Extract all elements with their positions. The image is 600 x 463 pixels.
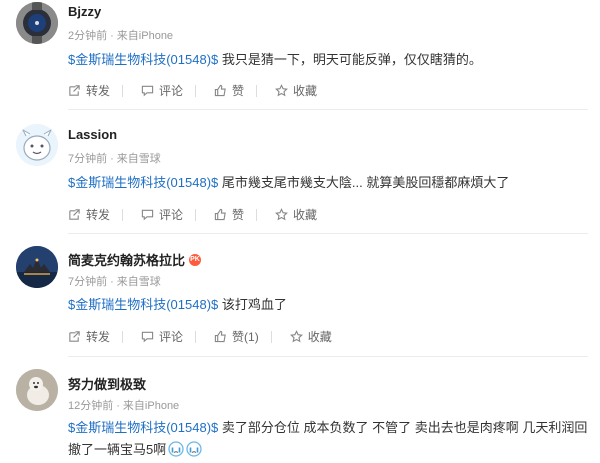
- comment-button[interactable]: 评论: [141, 82, 197, 99]
- post-source: 来自雪球: [116, 153, 161, 165]
- favorite-button[interactable]: 收藏: [275, 206, 317, 223]
- divider: [68, 356, 588, 357]
- repost-button[interactable]: 转发: [68, 328, 124, 345]
- username[interactable]: Bjzzy: [68, 4, 101, 19]
- post-source: 来自iPhone: [122, 400, 180, 412]
- crying-emoji-icon: [186, 441, 202, 457]
- post-text: 尾市幾支尾市幾支大陰... 就算美股回穩都麻煩大了: [221, 175, 510, 190]
- share-icon: [69, 209, 80, 220]
- post-actions: 转发 评论 赞 收藏: [68, 206, 335, 223]
- divider: [68, 233, 588, 234]
- username[interactable]: Lassion: [68, 127, 117, 142]
- comment-icon: [141, 85, 154, 97]
- username[interactable]: 简麦克约翰苏格拉比 PK: [68, 250, 202, 269]
- like-button[interactable]: 赞(1): [214, 328, 272, 345]
- star-icon: [275, 208, 288, 221]
- post-actions: 转发 评论 赞 收藏: [68, 82, 335, 99]
- post-meta: 7分钟前 · 来自雪球: [68, 153, 161, 165]
- thumb-up-icon: [214, 208, 226, 221]
- like-button[interactable]: 赞: [214, 206, 258, 223]
- comment-icon: [141, 331, 154, 343]
- share-icon: [69, 331, 80, 342]
- post-actions: 转发 评论 赞(1) 收藏: [68, 328, 350, 345]
- thumb-up-icon: [214, 84, 226, 97]
- pk-badge: PK: [189, 253, 202, 266]
- like-button[interactable]: 赞: [214, 82, 258, 99]
- divider: [68, 109, 588, 110]
- comment-icon: [141, 209, 154, 221]
- post-text: 该打鸡血了: [221, 297, 287, 312]
- avatar[interactable]: [16, 2, 58, 44]
- thumb-up-icon: [214, 330, 226, 343]
- stock-link[interactable]: $金斯瑞生物科技(01548)$: [68, 52, 218, 67]
- post-content: $金斯瑞生物科技(01548)$ 尾市幾支尾市幾支大陰... 就算美股回穩都麻煩…: [68, 172, 588, 194]
- post-content: $金斯瑞生物科技(01548)$ 卖了部分仓位 成本负数了 不管了 卖出去也是肉…: [68, 417, 588, 461]
- stock-link[interactable]: $金斯瑞生物科技(01548)$: [68, 175, 218, 190]
- username[interactable]: 努力做到极致: [68, 374, 146, 393]
- comment-button[interactable]: 评论: [141, 328, 197, 345]
- favorite-button[interactable]: 收藏: [275, 82, 317, 99]
- stock-link[interactable]: $金斯瑞生物科技(01548)$: [68, 420, 218, 435]
- post-source: 来自雪球: [116, 276, 161, 288]
- post-text: 我只是猜一下，明天可能反弹，仅仅瞎猜的。: [221, 52, 482, 67]
- comment-button[interactable]: 评论: [141, 206, 197, 223]
- post-time[interactable]: 2分钟前: [68, 30, 107, 42]
- share-icon: [69, 85, 80, 96]
- stock-link[interactable]: $金斯瑞生物科技(01548)$: [68, 297, 218, 312]
- post-time[interactable]: 7分钟前: [68, 153, 107, 165]
- crying-emoji-icon: [168, 441, 184, 457]
- repost-button[interactable]: 转发: [68, 206, 124, 223]
- post-time[interactable]: 7分钟前: [68, 276, 107, 288]
- avatar[interactable]: [16, 369, 58, 411]
- post-content: $金斯瑞生物科技(01548)$ 我只是猜一下，明天可能反弹，仅仅瞎猜的。: [68, 49, 588, 71]
- post-meta: 7分钟前 · 来自雪球: [68, 276, 161, 288]
- star-icon: [289, 330, 303, 343]
- post-meta: 12分钟前 · 来自iPhone: [68, 400, 180, 412]
- post-time[interactable]: 12分钟前: [68, 400, 113, 412]
- avatar[interactable]: [16, 246, 58, 288]
- repost-button[interactable]: 转发: [68, 82, 124, 99]
- star-icon: [275, 84, 288, 97]
- avatar[interactable]: [16, 124, 58, 166]
- post-content: $金斯瑞生物科技(01548)$ 该打鸡血了: [68, 294, 588, 316]
- post-source: 来自iPhone: [116, 30, 174, 42]
- favorite-button[interactable]: 收藏: [289, 328, 332, 345]
- post-meta: 2分钟前 · 来自iPhone: [68, 30, 174, 42]
